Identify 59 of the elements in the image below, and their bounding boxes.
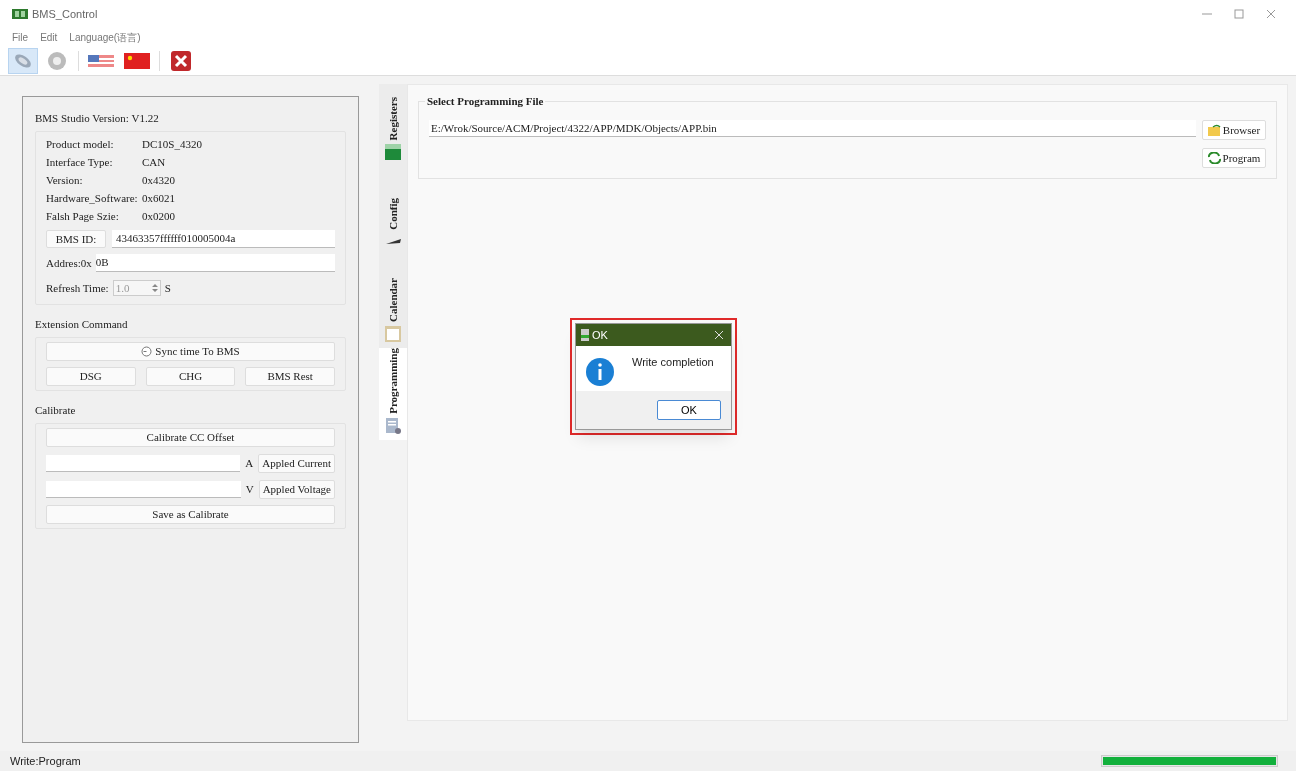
unit-label: V xyxy=(244,481,255,497)
database-icon xyxy=(385,144,401,160)
refresh-icon xyxy=(1207,152,1221,164)
unit-label: S xyxy=(164,280,171,296)
close-icon xyxy=(1266,9,1276,19)
apply-button[interactable]: Appled Voltage xyxy=(258,479,335,499)
field-label: Falsh Page Szie: xyxy=(46,208,120,224)
menu-item[interactable]: Language(语言) xyxy=(69,29,141,45)
field-label: Addres:0x xyxy=(46,255,93,271)
calibrate-button[interactable]: Calibrate CC Offset xyxy=(46,428,335,447)
menu-item[interactable]: Edit xyxy=(40,29,58,45)
group-title: Extension Command xyxy=(35,316,129,332)
calendar-icon xyxy=(385,326,401,342)
input-field[interactable] xyxy=(46,480,241,498)
app-icon xyxy=(580,329,590,341)
plug-button[interactable] xyxy=(8,47,38,74)
document-icon xyxy=(385,418,401,434)
tab[interactable]: Programming xyxy=(379,348,407,440)
clock-icon xyxy=(141,346,153,357)
field-value: DC10S_4320 xyxy=(142,136,202,152)
version-label: BMS Studio Version: V1.22 xyxy=(35,110,160,126)
command-button[interactable]: DSG xyxy=(46,367,136,386)
command-button[interactable]: BMS Rest xyxy=(245,367,335,386)
input-field[interactable]: 43463357ffffff010005004a xyxy=(112,230,335,248)
field-label: Version: xyxy=(46,172,84,188)
field-value: 0x0200 xyxy=(142,208,175,224)
field-label: Refresh Time: xyxy=(46,280,109,296)
window-title: BMS_Control xyxy=(32,6,98,22)
command-button[interactable]: CHG xyxy=(145,367,236,386)
unit-label: A xyxy=(244,455,255,471)
status-text: Write:Program xyxy=(10,753,81,769)
app-icon xyxy=(12,8,28,20)
field-label: Interface Type: xyxy=(46,154,114,170)
file-path-field[interactable]: E:/Wrok/Source/ACM/Project/4322/APP/MDK/Objects/APP.bin xyxy=(429,120,1196,137)
field-value: 0x4320 xyxy=(142,172,175,188)
field-label: Product model: xyxy=(46,136,115,152)
tab[interactable]: Calendar xyxy=(379,256,407,348)
close-button[interactable] xyxy=(715,331,723,339)
ok-button[interactable]: OK xyxy=(657,400,721,420)
save-button[interactable]: Save as Calibrate xyxy=(46,505,335,524)
spin-arrows-icon xyxy=(151,283,158,293)
sync-button[interactable]: Sync time To BMS xyxy=(46,342,335,361)
field-value: 0x6021 xyxy=(142,190,175,206)
input-field[interactable] xyxy=(46,454,241,472)
dialog-title: OK xyxy=(592,327,608,343)
input-field[interactable]: 0B xyxy=(95,254,335,272)
maximize-icon xyxy=(1234,9,1244,19)
program-button[interactable]: Program xyxy=(1202,148,1266,168)
folder-icon xyxy=(1207,124,1221,136)
field-value: CAN xyxy=(142,154,166,170)
bms-id-button[interactable]: BMS ID: xyxy=(46,230,106,248)
apply-button[interactable]: Appled Current xyxy=(258,453,335,473)
group-title: Calibrate xyxy=(35,402,77,418)
tab[interactable]: Config xyxy=(379,166,407,256)
dialog-message: Write completion xyxy=(632,355,714,370)
menu-item[interactable]: File xyxy=(12,29,29,45)
browse-button[interactable]: Browser xyxy=(1202,120,1266,140)
tab[interactable]: Registers xyxy=(379,84,407,166)
field-label: Hardware_Software: xyxy=(46,190,136,206)
